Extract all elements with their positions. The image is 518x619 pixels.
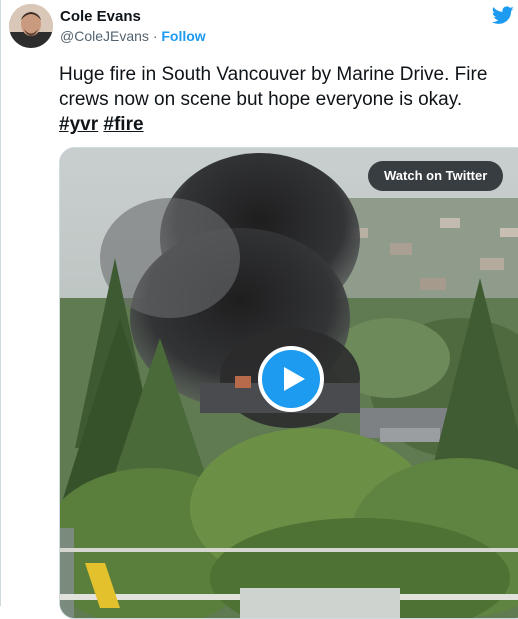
hashtag-yvr[interactable]: #yvr [59,114,98,135]
hashtag-row: #yvr #fire [59,112,509,137]
follow-button[interactable]: Follow [161,28,205,44]
watch-on-twitter-button[interactable]: Watch on Twitter [368,161,504,191]
author-handle[interactable]: @ColeJEvans [60,28,149,44]
video-media[interactable]: Watch on Twitter [59,147,518,619]
play-button[interactable] [258,346,324,412]
avatar[interactable] [9,4,53,48]
twitter-bird-icon[interactable] [492,6,514,25]
handle-row: @ColeJEvans · Follow [60,28,206,44]
tweet-text: Huge fire in South Vancouver by Marine D… [59,62,509,137]
tweet-card: Cole Evans @ColeJEvans · Follow Huge fir… [0,0,518,619]
play-icon [284,367,305,391]
avatar-image [9,4,53,48]
author-name[interactable]: Cole Evans [60,8,141,25]
hashtag-fire[interactable]: #fire [103,114,143,135]
separator-dot: · [152,28,158,44]
tweet-body: Huge fire in South Vancouver by Marine D… [59,64,488,110]
